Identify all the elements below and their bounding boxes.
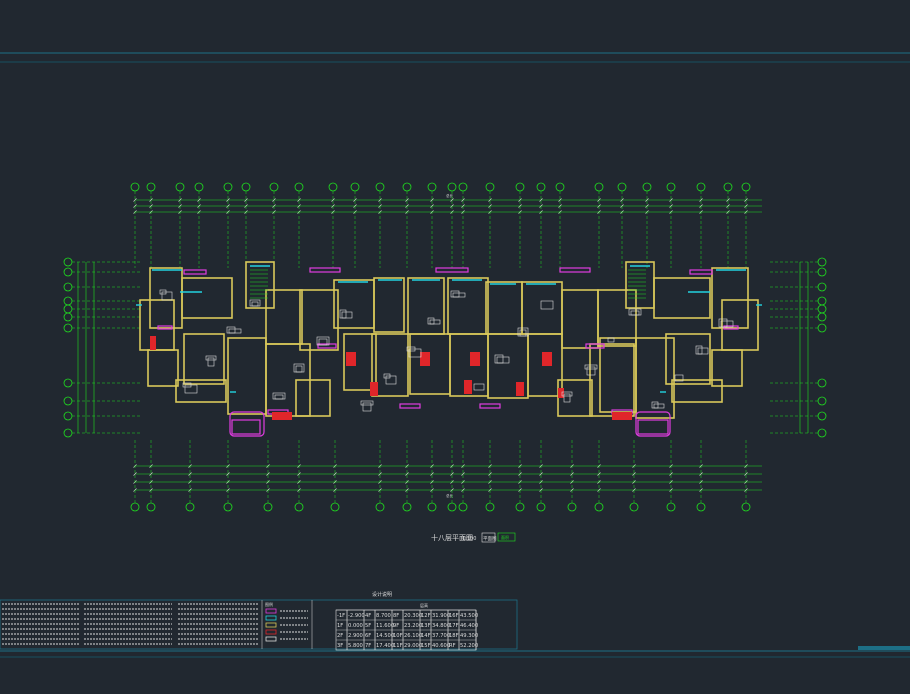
elevation-cell: 52.200 [460, 643, 478, 649]
elevation-cell: 5.800 [348, 643, 363, 649]
hatch [272, 412, 292, 420]
elevation-cell: 23.200 [404, 623, 422, 629]
elevation-cell: 43.500 [460, 613, 478, 619]
legend-header: 图例 [265, 601, 273, 607]
plan-scale: 1:100 [462, 536, 476, 542]
elevation-cell: 10F [393, 633, 403, 639]
drawing-background [0, 0, 910, 694]
elevation-cell: 14F [421, 633, 431, 639]
plan-tag: 平面图 [483, 536, 497, 542]
elevation-cell: 13F [421, 623, 431, 629]
hatch [612, 412, 632, 420]
hatch [346, 352, 356, 366]
elevation-cell: 5F [365, 623, 371, 629]
elevation-cell: 0.000 [348, 623, 363, 629]
elevation-cell: 2.900 [348, 633, 363, 639]
hatch [420, 352, 430, 366]
hatch [370, 382, 378, 396]
elevation-cell: 37.700 [432, 633, 450, 639]
elevation-cell: 7F [365, 643, 371, 649]
notes-header: 设计说明 [372, 591, 392, 598]
elevation-cell: -1F [337, 613, 345, 619]
elevation-table-header: 层高 [420, 602, 428, 608]
elevation-cell: 8F [393, 613, 399, 619]
hatch [516, 382, 524, 396]
hatch [542, 352, 552, 366]
total-top-label: 总长 [446, 193, 454, 198]
hatch [558, 388, 564, 398]
hatch [150, 336, 156, 350]
cad-model-space[interactable]: 总长总长 十八层平面图 1:100 平面图 面积 设计说明 图例 层高 -1F -… [0, 0, 910, 694]
elevation-cell: 4F [365, 613, 371, 619]
plan-area-label: 面积 [501, 534, 509, 540]
elevation-cell: 12F [421, 613, 431, 619]
elevation-cell: 11F [393, 643, 403, 649]
elevation-cell: -2.900 [348, 613, 365, 619]
elevation-cell: 6F [365, 633, 371, 639]
hatch [464, 380, 472, 394]
hatch [470, 352, 480, 366]
elevation-cell: 1F [337, 623, 343, 629]
elevation-cell: 9F [393, 623, 399, 629]
elevation-cell: RF [449, 643, 456, 649]
elevation-cell: 15F [421, 643, 431, 649]
elevation-cell: 17.400 [376, 643, 394, 649]
elevation-cell: 17F [449, 623, 459, 629]
elevation-cell: 49.300 [460, 633, 478, 639]
elevation-cell: 16F [449, 613, 459, 619]
elevation-cell: 8.700 [376, 613, 391, 619]
elevation-cell: 29.000 [404, 643, 422, 649]
elevation-cell: 11.600 [376, 623, 394, 629]
elevation-cell: 2F [337, 633, 343, 639]
elevation-cell: 20.300 [404, 613, 422, 619]
elevation-cell: 14.500 [376, 633, 394, 639]
elevation-cell: 26.100 [404, 633, 422, 639]
elevation-cell: 34.800 [432, 623, 450, 629]
total-bottom-label: 总长 [446, 493, 454, 498]
elevation-cell: 18F [449, 633, 459, 639]
elevation-cell: 31.900 [432, 613, 450, 619]
elevation-cell: 3F [337, 643, 343, 649]
elevation-cell: 46.400 [460, 623, 478, 629]
elevation-cell: 40.600 [432, 643, 450, 649]
